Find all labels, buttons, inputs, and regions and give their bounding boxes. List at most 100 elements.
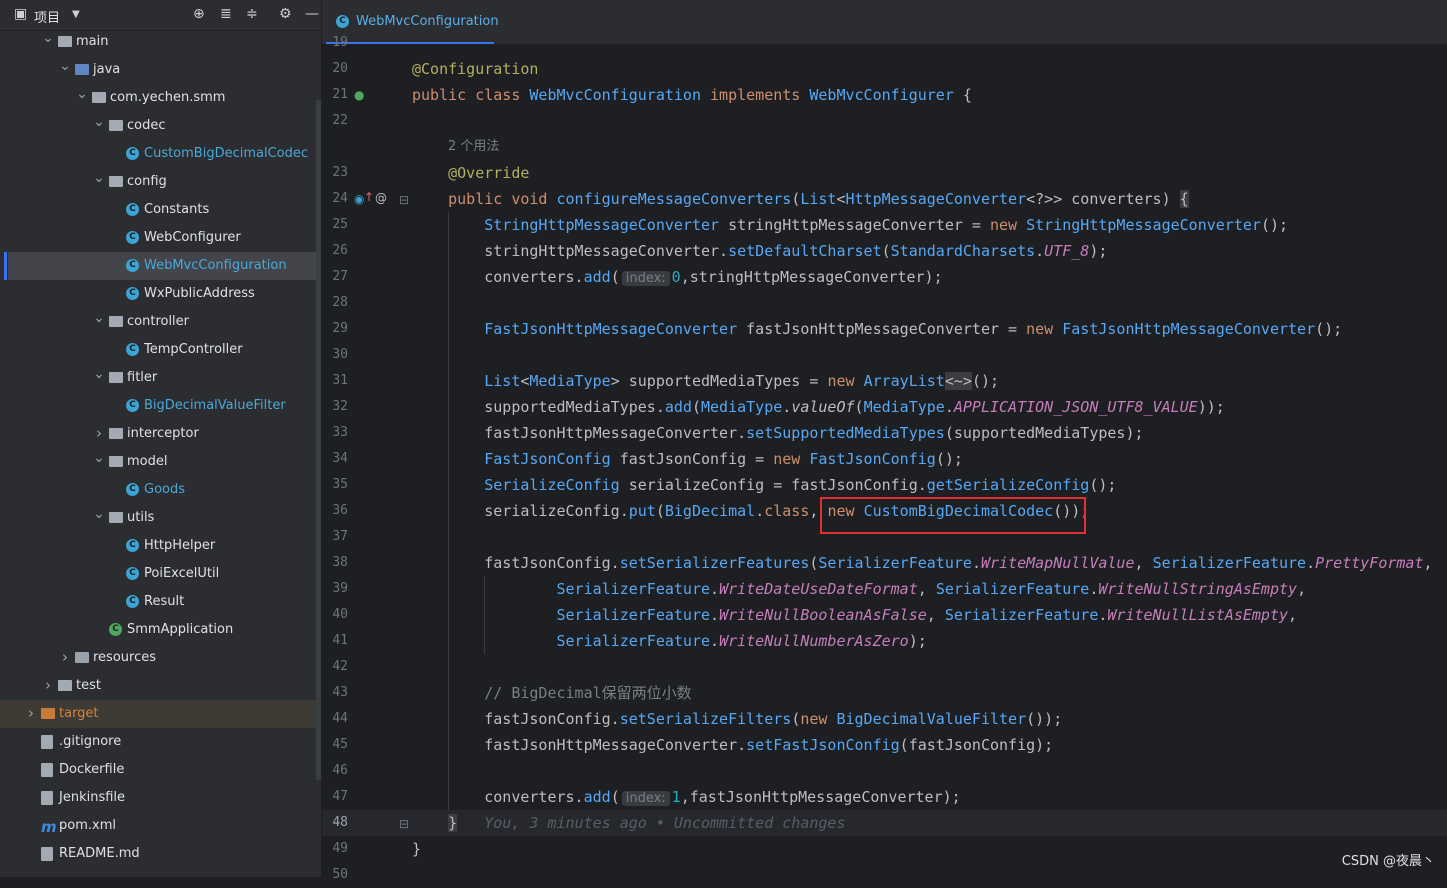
tree-item[interactable]: ⌄ fitler [0, 364, 321, 392]
tree-item-label: WebMvcConfiguration [144, 258, 287, 273]
tree-item[interactable]: C CustomBigDecimalCodec [0, 140, 321, 168]
tree-item-label: fitler [127, 370, 158, 385]
tree-item[interactable]: C BigDecimalValueFilter [0, 392, 321, 420]
tree-item[interactable]: ⌄ java [0, 56, 321, 84]
tree-item[interactable]: C WebConfigurer [0, 224, 321, 252]
line-number: 37 [332, 529, 348, 544]
tree-item[interactable]: C PoiExcelUtil [0, 560, 321, 588]
sidebar-scrollbar[interactable] [316, 100, 321, 780]
chevron-down-icon[interactable]: ⌄ [93, 304, 105, 332]
file-icon [41, 847, 53, 861]
tree-item[interactable]: ⌄ com.yechen.smm [0, 84, 321, 112]
tree-item-label: config [127, 174, 167, 189]
line-number: 45 [332, 737, 348, 752]
expand-all-icon[interactable]: ≣ [220, 6, 232, 22]
usages-hint[interactable]: 2 个用法 [448, 134, 499, 160]
chevron-down-icon[interactable]: ⌄ [93, 108, 105, 136]
code-line-31: List<MediaType> supportedMediaTypes = ne… [484, 372, 1000, 390]
code-line-24: public void configureMessageConverters(L… [448, 190, 1189, 208]
tree-item[interactable]: C TempController [0, 336, 321, 364]
line-number: 27 [332, 269, 348, 284]
tree-item[interactable]: › test [0, 672, 321, 700]
line-number: 47 [332, 789, 348, 804]
folder-icon [58, 680, 72, 691]
code-line-40: SerializerFeature.WriteNullBooleanAsFals… [556, 606, 1298, 624]
highlight-annotation-box [820, 497, 1086, 534]
line-number: 25 [332, 217, 348, 232]
line-number: 41 [332, 633, 348, 648]
crosshair-icon[interactable]: ⊕ [193, 6, 205, 22]
tree-item[interactable]: Jenkinsfile [0, 784, 321, 812]
fold-end-icon[interactable]: ⊟ [399, 817, 409, 831]
override-method-icon[interactable]: ◉ [354, 192, 364, 206]
tree-item[interactable]: C WxPublicAddress [0, 280, 321, 308]
collapse-all-icon[interactable]: ≑ [246, 6, 258, 22]
tree-item[interactable]: C Result [0, 588, 321, 616]
tree-item[interactable]: C HttpHelper [0, 532, 321, 560]
chevron-down-icon[interactable]: ⌄ [42, 24, 54, 52]
tree-item[interactable]: C Goods [0, 476, 321, 504]
code-line-41: SerializerFeature.WriteNullNumberAsZero)… [556, 632, 927, 650]
tree-item[interactable]: › target [0, 700, 321, 728]
inline-blame: You, 3 minutes ago • Uncommitted changes [484, 814, 846, 832]
package-icon [109, 456, 123, 467]
tree-item[interactable]: ⌄ codec [0, 112, 321, 140]
tree-item[interactable]: ⌄ model [0, 448, 321, 476]
chevron-right-icon[interactable]: › [42, 671, 54, 699]
chevron-down-icon[interactable]: ▼ [72, 9, 80, 20]
tree-item[interactable]: › interceptor [0, 420, 321, 448]
chevron-down-icon[interactable]: ⌄ [76, 80, 88, 108]
tree-item[interactable]: .gitignore [0, 728, 321, 756]
code-line-45: fastJsonHttpMessageConverter.setFastJson… [412, 736, 1054, 754]
tree-item[interactable]: C SmmApplication [0, 616, 321, 644]
project-view-icon[interactable]: ▣ [14, 6, 27, 22]
chevron-down-icon[interactable]: ⌄ [93, 500, 105, 528]
maven-icon: m [41, 818, 57, 836]
line-number: 44 [332, 711, 348, 726]
line-number: 40 [332, 607, 348, 622]
line-number: 34 [332, 451, 348, 466]
package-icon [92, 92, 106, 103]
gear-icon[interactable]: ⚙ [279, 6, 292, 22]
folder-icon [75, 652, 89, 663]
tree-item-label: SmmApplication [127, 622, 234, 637]
code-line-29: FastJsonHttpMessageConverter fastJsonHtt… [484, 320, 1343, 338]
code-line-35: SerializeConfig serializeConfig = fastJs… [484, 476, 1117, 494]
tree-item-label: WebConfigurer [144, 230, 241, 245]
code-line-27: converters.add(index: 0,stringHttpMessage… [412, 268, 943, 286]
folder-icon [58, 36, 72, 47]
minimize-icon[interactable]: — [305, 6, 319, 22]
chevron-down-icon[interactable]: ⌄ [93, 164, 105, 192]
tree-item-label: Goods [144, 482, 186, 497]
tree-item[interactable]: m pom.xml [0, 812, 321, 840]
line-number: 20 [332, 61, 348, 76]
chevron-down-icon[interactable]: ⌄ [93, 444, 105, 472]
tree-item[interactable]: ⌄ utils [0, 504, 321, 532]
class-icon: C [126, 287, 139, 300]
chevron-right-icon[interactable]: › [93, 419, 105, 447]
tree-item[interactable]: › resources [0, 644, 321, 672]
line-number: 42 [332, 659, 348, 674]
tree-item[interactable]: README.md [0, 840, 321, 868]
chevron-down-icon[interactable]: ⌄ [59, 52, 71, 80]
file-icon [41, 791, 53, 805]
chevron-down-icon[interactable]: ⌄ [93, 360, 105, 388]
chevron-right-icon[interactable]: › [25, 699, 37, 727]
param-hint-index: index: [621, 271, 670, 286]
tree-item[interactable]: Dockerfile [0, 756, 321, 784]
spring-bean-icon[interactable]: ● [354, 88, 364, 102]
file-icon [41, 763, 53, 777]
tree-item[interactable]: ⌄ controller [0, 308, 321, 336]
tree-item[interactable]: C Constants [0, 196, 321, 224]
tree-item[interactable]: C WebMvcConfiguration [4, 252, 321, 280]
tree-item[interactable]: ⌄ main [0, 28, 321, 56]
tree-item-label: Jenkinsfile [59, 790, 126, 805]
fold-icon[interactable]: ⊟ [399, 193, 409, 207]
chevron-right-icon[interactable]: › [59, 643, 71, 671]
package-icon [109, 120, 123, 131]
tab-webmvcconfiguration[interactable]: C WebMvcConfiguration [326, 0, 499, 44]
at-icon[interactable]: @ [375, 191, 387, 205]
tree-item-label: test [76, 678, 101, 693]
tree-item-label: interceptor [127, 426, 199, 441]
tree-item[interactable]: ⌄ config [0, 168, 321, 196]
